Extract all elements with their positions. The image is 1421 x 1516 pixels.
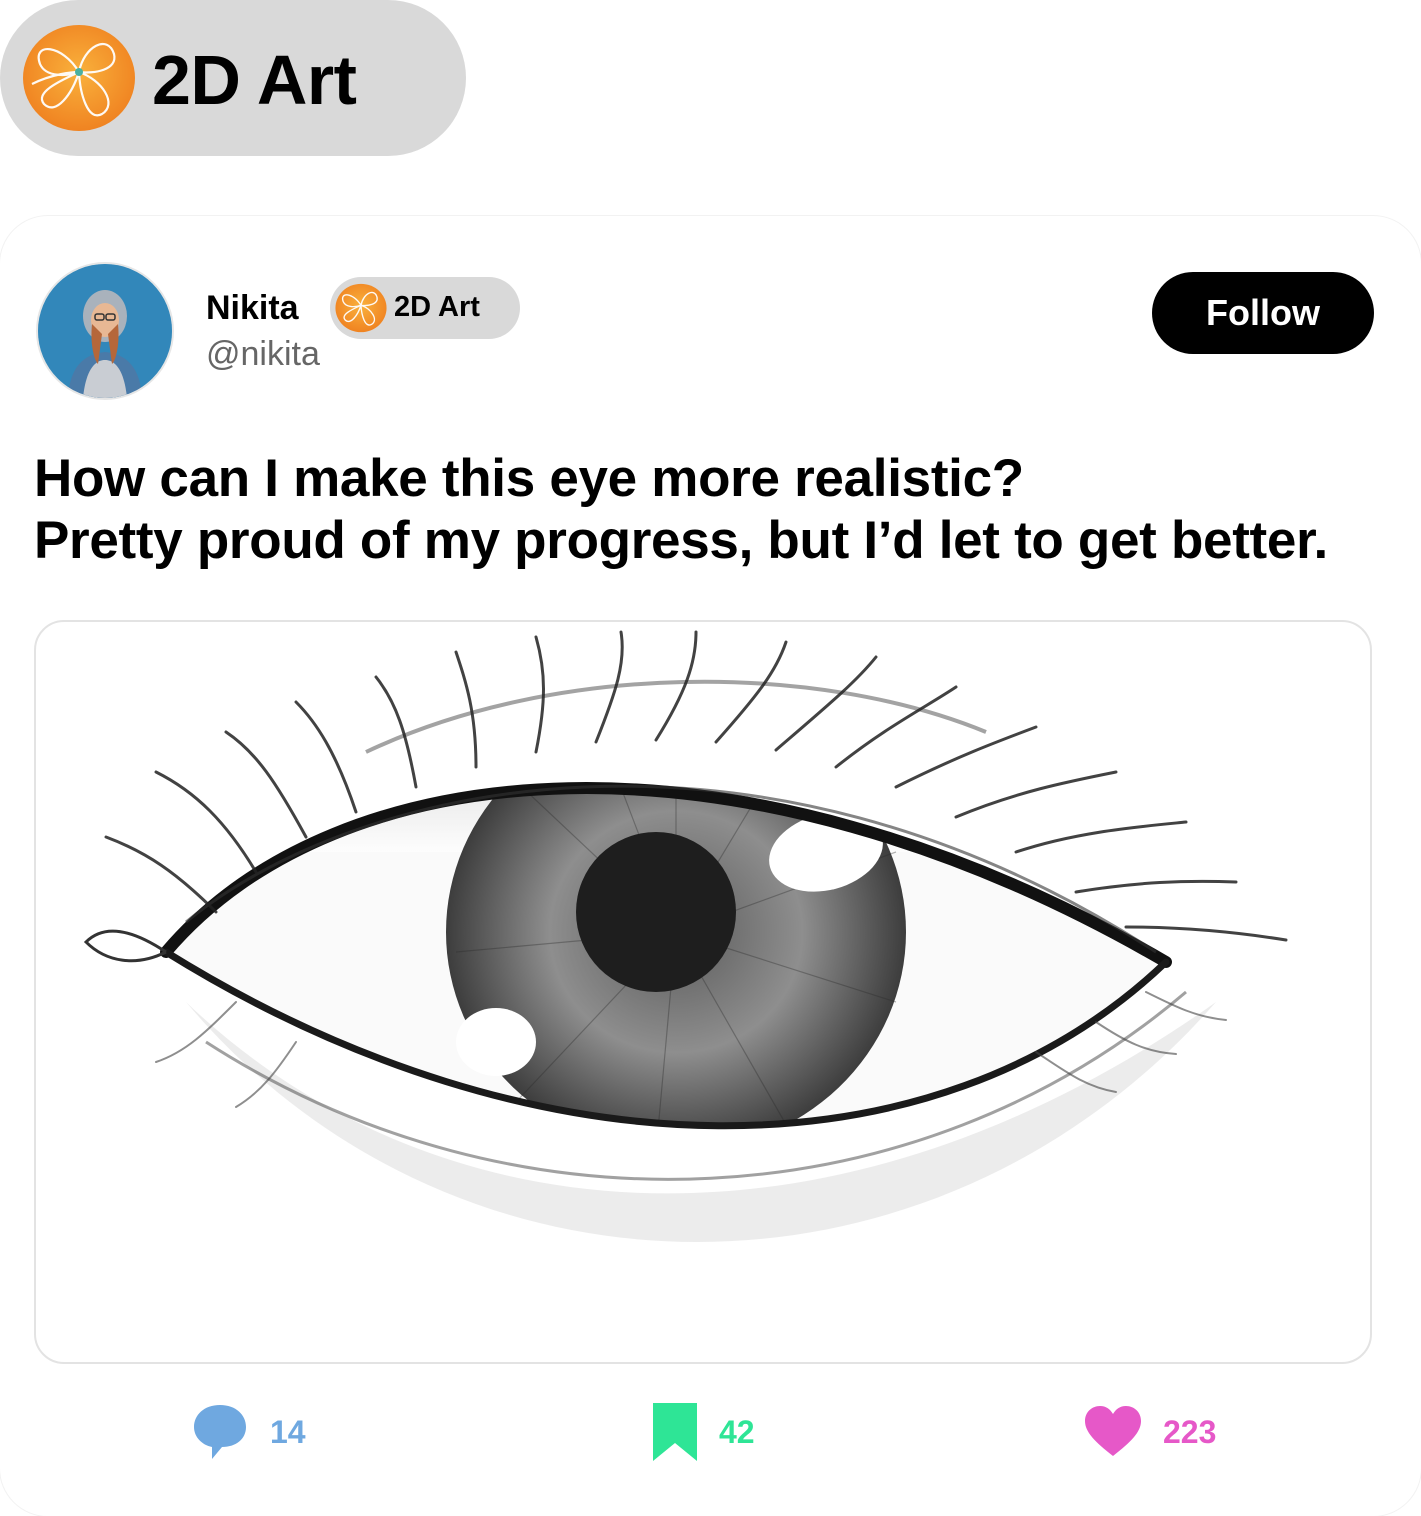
post-body: How can I make this eye more realistic? … bbox=[34, 448, 1394, 572]
comment-bubble-icon bbox=[194, 1405, 246, 1459]
author-avatar[interactable] bbox=[36, 262, 174, 400]
community-name: 2D Art bbox=[152, 41, 357, 119]
community-header[interactable]: 2D Art bbox=[0, 0, 466, 156]
orange-flower-logo-icon bbox=[23, 25, 135, 131]
avatar-photo bbox=[38, 264, 172, 398]
save-action[interactable]: 42 bbox=[653, 1400, 755, 1464]
post-text-line: Pretty proud of my progress, but I’d let… bbox=[34, 511, 1328, 570]
like-count: 223 bbox=[1163, 1413, 1217, 1450]
like-action[interactable]: 223 bbox=[1085, 1400, 1216, 1464]
author-name[interactable]: Nikita bbox=[206, 288, 299, 328]
post-image[interactable] bbox=[34, 620, 1372, 1364]
follow-button[interactable]: Follow bbox=[1152, 272, 1374, 354]
comment-count: 14 bbox=[270, 1413, 306, 1450]
post-text-line: How can I make this eye more realistic? bbox=[34, 449, 1024, 508]
orange-flower-logo-icon bbox=[335, 283, 387, 333]
community-tag[interactable]: 2D Art bbox=[330, 277, 520, 339]
comment-action[interactable]: 14 bbox=[192, 1400, 306, 1464]
tag-label: 2D Art bbox=[394, 291, 480, 323]
heart-icon bbox=[1085, 1406, 1141, 1456]
pencil-drawing-of-eye bbox=[83, 630, 1288, 1242]
author-handle[interactable]: @nikita bbox=[206, 334, 320, 374]
bookmark-icon bbox=[653, 1403, 697, 1461]
save-count: 42 bbox=[719, 1413, 755, 1450]
